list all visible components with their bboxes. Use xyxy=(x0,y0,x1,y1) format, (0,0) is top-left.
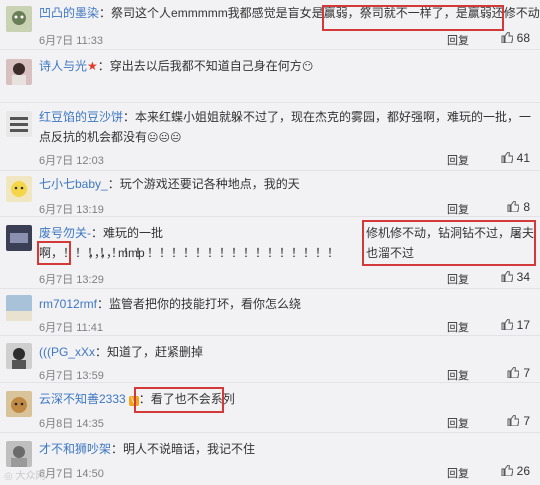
comment-tail: ，，，，mmp xyxy=(88,246,145,260)
like-count: 68 xyxy=(516,31,530,45)
reply-button[interactable]: 回复 xyxy=(447,201,469,217)
like-count: 34 xyxy=(516,270,530,284)
like-button[interactable]: 34 xyxy=(501,270,530,284)
comment-item: 凹凸的墨染：祭司这个人emmmmm我都感觉是盲女是赢弱，祭司就不一样了，是赢弱还… xyxy=(0,0,540,50)
comment-username[interactable]: (((PG_xXx xyxy=(39,345,95,359)
comment-username[interactable]: rm7012rmf xyxy=(39,297,97,311)
thumbs-up-icon xyxy=(507,367,520,378)
reply-button[interactable]: 回复 xyxy=(447,415,469,431)
comment-item: 才不和狮吵架：明人不说暗话，我记不住 6月7日 14:50 回复 26 xyxy=(0,433,540,485)
comment-item: rm7012rmf：监管者把你的技能打坏，看你怎么绕 6月7日 11:41 回复… xyxy=(0,289,540,336)
comment-text: 监管者把你的技能打坏，看你怎么绕 xyxy=(109,297,302,311)
comment-username[interactable]: 红豆馅的豆沙饼 xyxy=(39,110,123,124)
like-count: 7 xyxy=(523,414,530,428)
thumbs-up-icon xyxy=(507,415,520,426)
comment-text: 祭司这个人emmmmm我都感觉是盲女是赢弱， xyxy=(111,6,360,20)
emoji-icon: 😐😐😐 xyxy=(147,132,182,144)
comment-item: 诗人与光★：穿出去以后我都不知道自己身在何方😶 xyxy=(0,50,540,103)
comment-date: 6月7日 13:59 xyxy=(39,370,104,382)
avatar[interactable] xyxy=(6,295,32,321)
like-button[interactable]: 8 xyxy=(507,200,530,214)
comment-username[interactable]: 才不和狮吵架 xyxy=(39,442,111,456)
avatar[interactable] xyxy=(6,176,32,202)
comment-text: 穿出去以后我都不知道自己身在何方 xyxy=(109,59,302,73)
comment-item: 废号勿关-：难玩的一批啊，！！！！！！！！！！！！！！！！！！！！！！！ 修机修… xyxy=(0,217,540,289)
like-count: 41 xyxy=(516,151,530,165)
reply-button[interactable]: 回复 xyxy=(447,367,469,383)
avatar[interactable] xyxy=(6,343,32,369)
like-count: 17 xyxy=(516,318,530,332)
like-button[interactable]: 26 xyxy=(501,464,530,478)
comment-date: 6月7日 13:19 xyxy=(39,204,104,216)
vip-badge-icon: V xyxy=(128,396,139,406)
comment-username[interactable]: 凹凸的墨染 xyxy=(39,6,99,20)
comment-item: (((PG_xXx：知道了，赶紧删掉 6月7日 13:59 回复 7 xyxy=(0,336,540,383)
reply-button[interactable]: 回复 xyxy=(447,152,469,168)
comment-item: 七小七baby_：玩个游戏还要记各种地点，我的天 6月7日 13:19 回复 8 xyxy=(0,171,540,217)
comment-text: 知道了，赶紧删掉 xyxy=(107,345,204,359)
comment-text: 玩个游戏还要记各种地点，我的天 xyxy=(119,177,300,191)
comment-date: 6月7日 11:41 xyxy=(39,322,104,334)
comment-username[interactable]: 云深不知善2333 xyxy=(39,392,126,406)
like-count: 26 xyxy=(516,464,530,478)
comment-highlight: 看了也不会系列 xyxy=(150,392,235,406)
avatar[interactable] xyxy=(6,391,32,417)
star-icon: ★ xyxy=(87,59,98,73)
avatar[interactable] xyxy=(6,225,32,251)
like-button[interactable]: 7 xyxy=(507,366,530,380)
like-button[interactable]: 17 xyxy=(501,318,530,332)
like-button[interactable]: 7 xyxy=(507,414,530,428)
comment-username[interactable]: 七小七baby_ xyxy=(39,177,108,191)
thumbs-up-icon xyxy=(507,201,520,212)
comment-item: 云深不知善2333 V ：看了也不会系列 6月8日 14:35 回复 7 xyxy=(0,383,540,433)
thumbs-up-icon xyxy=(501,271,513,282)
like-button[interactable]: 68 xyxy=(501,31,530,45)
reply-button[interactable]: 回复 xyxy=(447,319,469,335)
watermark-logo-icon: ◎ xyxy=(4,471,16,482)
like-button[interactable]: 41 xyxy=(501,151,530,165)
thumbs-up-icon xyxy=(501,32,513,43)
reply-button[interactable]: 回复 xyxy=(447,32,469,48)
thumbs-up-icon xyxy=(501,152,513,163)
comment-text: 明人不说暗话，我记不住 xyxy=(123,442,256,456)
comment-username[interactable]: 诗人与光 xyxy=(39,59,87,73)
comment-date: 6月7日 13:29 xyxy=(39,274,104,286)
avatar[interactable] xyxy=(6,6,32,32)
like-count: 7 xyxy=(523,366,530,380)
comment-date: 6月8日 14:35 xyxy=(39,418,104,430)
avatar[interactable] xyxy=(6,111,32,137)
comment-date: 6月7日 11:33 xyxy=(39,35,104,47)
avatar[interactable] xyxy=(6,441,32,467)
thumbs-up-icon xyxy=(501,465,513,476)
comment-item: 红豆馅的豆沙饼：本来红蝶小姐姐就躲不过了，现在杰克的雾园，都好强啊，难玩的一批，… xyxy=(0,103,540,171)
avatar[interactable] xyxy=(6,59,32,85)
emoji-icon: 😶 xyxy=(301,61,314,73)
like-count: 8 xyxy=(523,200,530,214)
comment-username[interactable]: 废号勿关- xyxy=(39,226,91,240)
comment-highlight: 祭司就不一样了，是赢弱还修不动 xyxy=(359,6,540,20)
thumbs-up-icon xyxy=(501,319,513,330)
comment-date: 6月7日 12:03 xyxy=(39,155,104,167)
reply-button[interactable]: 回复 xyxy=(447,465,469,481)
watermark: ◎ 大众网 xyxy=(4,471,46,482)
comment-date: 6月7日 14:50 xyxy=(39,468,104,480)
reply-button[interactable]: 回复 xyxy=(447,271,469,287)
